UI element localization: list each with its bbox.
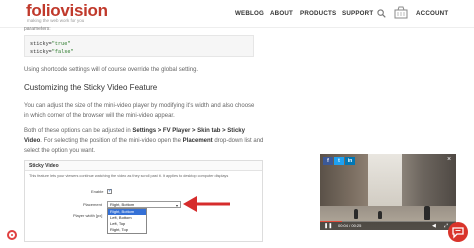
settings-description: This feature lets your viewers continue …	[29, 174, 229, 178]
pause-icon[interactable]: ❚❚	[324, 222, 332, 230]
nav-support[interactable]: SUPPORT	[342, 10, 373, 17]
chevron-down-icon: ▾	[175, 203, 178, 208]
site-header: foliovision making the web work for you …	[0, 0, 474, 28]
placement-select[interactable]: Right, Bottom ▾	[107, 201, 181, 208]
placement-label: Placement	[83, 202, 102, 207]
placement-dropdown: Right, Bottom Left, Bottom Left, Top Rig…	[107, 208, 147, 234]
paragraph-settings-path: Both of these options can be adjusted in…	[24, 128, 264, 154]
enable-label: Enable	[91, 189, 104, 194]
nav-products[interactable]: PRODUCTS	[300, 10, 336, 17]
code-line: sticky="true"	[30, 41, 71, 47]
facebook-share-button[interactable]: f	[323, 157, 333, 165]
site-tagline: making the web work for you	[27, 18, 85, 23]
chat-button[interactable]	[448, 222, 468, 242]
code-line: sticky="false"	[30, 49, 74, 55]
code-block: sticky="true" sticky="false"	[24, 35, 254, 57]
twitter-share-button[interactable]: t	[334, 157, 344, 165]
player-controls: ❚❚ 00:04 / 00:25 ◀ ⤢	[320, 221, 456, 230]
player-width-label: Player width [px]	[73, 213, 103, 218]
help-icon[interactable]	[7, 230, 17, 240]
nav-weblog[interactable]: WEBLOG	[235, 10, 264, 17]
parameters-text: parameters:	[24, 26, 51, 32]
chat-icon	[452, 227, 464, 239]
paragraph-override: Using shortcode settings will of course …	[24, 67, 199, 73]
settings-title: Sticky Video	[25, 161, 262, 171]
close-icon[interactable]: ×	[445, 156, 453, 164]
nav-about[interactable]: ABOUT	[270, 10, 293, 17]
section-heading: Customizing the Sticky Video Feature	[24, 83, 158, 92]
red-arrow-icon	[183, 196, 230, 212]
mini-video-player[interactable]: f t in × ❚❚ 00:04 / 00:25 ◀ ⤢	[320, 154, 456, 230]
paragraph-size: You can adjust the size of the mini-vide…	[24, 103, 255, 119]
volume-icon[interactable]: ◀	[432, 222, 436, 230]
nav-account[interactable]: ACCOUNT	[416, 10, 448, 17]
linkedin-share-button[interactable]: in	[345, 157, 355, 165]
enable-checkbox[interactable]	[107, 188, 112, 194]
time-display: 00:04 / 00:25	[338, 223, 362, 228]
cart-icon[interactable]	[394, 6, 408, 19]
share-bar: f t in	[323, 157, 355, 165]
dropdown-option[interactable]: Right, Top	[108, 227, 146, 233]
search-icon[interactable]	[377, 9, 386, 18]
